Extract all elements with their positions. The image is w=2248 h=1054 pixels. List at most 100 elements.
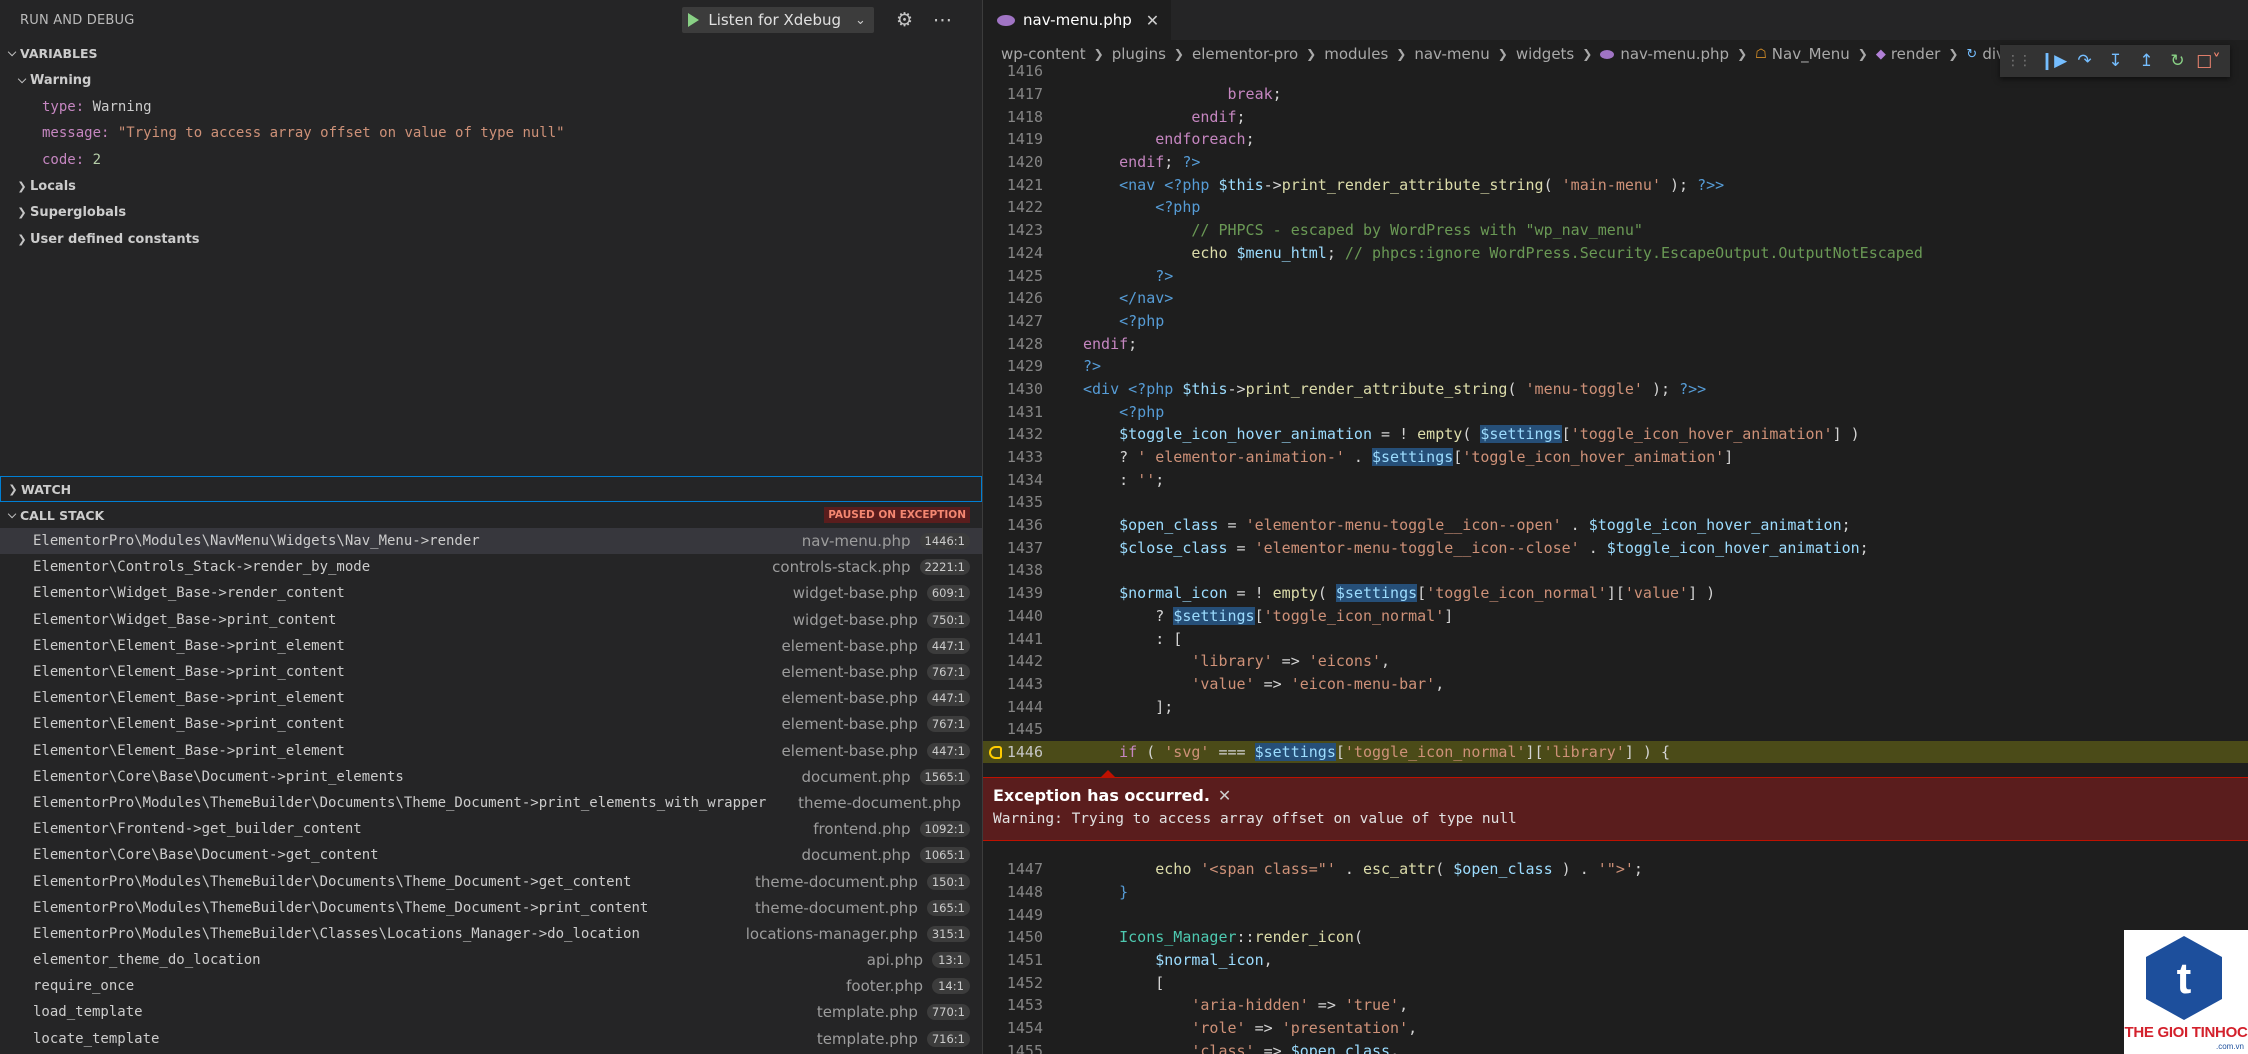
call-stack-frame[interactable]: Elementor\Core\Base\Document->print_elem… (0, 764, 982, 790)
var-scope-locals[interactable]: ❯ Locals (14, 173, 76, 199)
chevron-right-icon: ❯ (1737, 47, 1748, 61)
site-logo: t THE GIOI TINHOC .com.vn (2124, 930, 2248, 1054)
frame-line-badge: 165:1 (926, 899, 970, 916)
frame-function: Elementor\Element_Base->print_content (33, 716, 345, 733)
launch-config-label: Listen for Xdebug (708, 11, 842, 29)
close-icon[interactable]: ✕ (1146, 11, 1159, 30)
variables-section-header[interactable]: ⌵ VARIABLES (0, 40, 982, 66)
call-stack-list: ElementorPro\Modules\NavMenu\Widgets\Nav… (0, 528, 982, 1052)
chevron-right-icon: ❯ (1857, 47, 1868, 61)
call-stack-frame[interactable]: Elementor\Element_Base->print_content ele… (0, 711, 982, 737)
frame-function: Elementor\Controls_Stack->render_by_mode (33, 559, 371, 576)
var-type[interactable]: type: Warning (42, 94, 152, 120)
call-stack-frame[interactable]: Elementor\Frontend->get_builder_content f… (0, 816, 982, 842)
chevron-right-icon: ❯ (1497, 47, 1508, 61)
exception-widget: Exception has occurred. ✕ Warning: Trying… (983, 770, 2248, 841)
call-stack-frame[interactable]: ElementorPro\Modules\ThemeBuilder\Classe… (0, 921, 982, 947)
logo-brand: THE GIOI TINHOC (2124, 1024, 2248, 1041)
frame-line-badge: 315:1 (926, 925, 970, 942)
frame-function: elementor_theme_do_location (33, 952, 261, 969)
frame-function: Elementor\Element_Base->print_element (33, 637, 345, 654)
variables-header-label: VARIABLES (20, 45, 98, 61)
call-stack-frame[interactable]: ElementorPro\Modules\ThemeBuilder\Docume… (0, 790, 982, 816)
debug-sidebar: RUN AND DEBUG Listen for Xdebug ⌄ ⚙ ⋯ ⌵ … (0, 0, 982, 1054)
call-stack-frame[interactable]: require_once footer.php 14:1 (0, 973, 982, 999)
watch-section-header[interactable]: ❯ WATCH (0, 476, 982, 502)
call-stack-frame[interactable]: Elementor\Widget_Base->print_content widg… (0, 607, 982, 633)
frame-file: widget-base.php (792, 584, 918, 603)
var-scope-label: User defined constants (30, 231, 200, 247)
frame-file: theme-document.php (798, 793, 961, 812)
chevron-right-icon: ❯ (1093, 47, 1104, 61)
call-stack-frame[interactable]: Elementor\Element_Base->print_element ele… (0, 738, 982, 764)
call-stack-frame[interactable]: Elementor\Widget_Base->render_content wid… (0, 580, 982, 606)
frame-function: ElementorPro\Modules\NavMenu\Widgets\Nav… (33, 533, 480, 550)
call-stack-frame[interactable]: locate_template template.php 716:1 (0, 1026, 982, 1052)
current-execution-line[interactable]: 1446 if ( 'svg' === $settings['toggle_ic… (983, 740, 2248, 764)
run-debug-header: RUN AND DEBUG Listen for Xdebug ⌄ ⚙ ⋯ (0, 0, 982, 40)
frame-file: theme-document.php (754, 898, 918, 917)
var-key: message: (42, 125, 110, 141)
tab-nav-menu-php[interactable]: nav-menu.php ✕ (983, 0, 1172, 40)
var-code[interactable]: code: 2 (42, 147, 101, 173)
var-key: code: (42, 152, 85, 168)
var-scope-constants[interactable]: ❯ User defined constants (14, 226, 200, 252)
chevron-right-icon: ❯ (1306, 47, 1317, 61)
gear-icon[interactable]: ⚙ (896, 9, 913, 31)
call-stack-frame[interactable]: ElementorPro\Modules\ThemeBuilder\Docume… (0, 868, 982, 894)
frame-file: element-base.php (781, 715, 918, 734)
var-value: "Trying to access array offset on value … (117, 125, 565, 141)
call-stack-frame[interactable]: Elementor\Element_Base->print_content ele… (0, 659, 982, 685)
frame-file: element-base.php (781, 636, 918, 655)
watch-header-label: WATCH (21, 481, 72, 497)
frame-line-badge: 447:1 (926, 637, 970, 654)
call-stack-frame[interactable]: Elementor\Controls_Stack->render_by_mode… (0, 554, 982, 580)
frame-file: template.php (816, 1029, 918, 1048)
chevron-right-icon: ❯ (17, 179, 27, 193)
frame-line-badge: 609:1 (926, 585, 970, 602)
logo-domain: .com.vn (2215, 1042, 2244, 1051)
frame-function: ElementorPro\Modules\ThemeBuilder\Classe… (33, 925, 640, 942)
call-stack-frame[interactable]: Elementor\Core\Base\Document->get_conten… (0, 842, 982, 868)
frame-line-badge: 447:1 (926, 742, 970, 759)
frame-file: locations-manager.php (745, 924, 918, 943)
code-lines-top[interactable]: 1416 1417 break; 1418 endif; 1419 endfor… (983, 60, 2248, 764)
call-stack-frame[interactable]: Elementor\Element_Base->print_element ele… (0, 633, 982, 659)
call-stack-frame[interactable]: load_template template.php 770:1 (0, 999, 982, 1025)
frame-file: template.php (816, 1003, 918, 1022)
code-lines-bottom[interactable]: 1447 echo '<span class="' . esc_attr( $o… (983, 858, 2248, 1054)
frame-file: document.php (801, 846, 911, 865)
frame-line-badge: 716:1 (926, 1030, 970, 1047)
call-stack-frame[interactable]: ElementorPro\Modules\ThemeBuilder\Docume… (0, 895, 982, 921)
var-scope-warning[interactable]: ⌵ Warning (14, 67, 92, 93)
call-stack-frame[interactable]: ElementorPro\Modules\NavMenu\Widgets\Nav… (0, 528, 982, 555)
launch-config-select[interactable]: Listen for Xdebug ⌄ (682, 7, 874, 33)
frame-file: element-base.php (781, 741, 918, 760)
chevron-down-icon[interactable]: ⌄ (855, 13, 866, 28)
frame-line-badge: 1565:1 (919, 768, 970, 785)
paused-status-badge: PAUSED ON EXCEPTION (824, 507, 970, 523)
frame-function: Elementor\Core\Base\Document->print_elem… (33, 768, 404, 785)
frame-line-badge: 1092:1 (919, 821, 970, 838)
var-scope-superglobals[interactable]: ❯ Superglobals (14, 199, 126, 225)
frame-function: require_once (33, 978, 135, 995)
play-icon[interactable] (688, 13, 700, 27)
call-stack-frame[interactable]: Elementor\Element_Base->print_element ele… (0, 685, 982, 711)
breakpoint-arrow-icon[interactable] (989, 745, 1002, 759)
code-editor: nav-menu.php ✕ wp-content ❯ plugins ❯ elem… (983, 0, 2248, 1054)
call-stack-section-header[interactable]: ⌵ CALL STACK PAUSED ON EXCEPTION (0, 502, 982, 528)
chevron-down-icon: ⌵ (7, 46, 17, 59)
exception-title: Exception has occurred. ✕ (993, 786, 1232, 805)
frame-file: controls-stack.php (772, 558, 911, 577)
call-stack-frame[interactable]: elementor_theme_do_location api.php 13:1 (0, 947, 982, 973)
chevron-right-icon: ❯ (1173, 47, 1184, 61)
tab-label: nav-menu.php (1023, 11, 1132, 29)
frame-file: element-base.php (781, 689, 918, 708)
chevron-down-icon: ⌵ (7, 508, 17, 521)
var-message[interactable]: message: "Trying to access array offset … (42, 120, 565, 146)
more-icon[interactable]: ⋯ (933, 9, 952, 31)
frame-line-badge: 770:1 (926, 1004, 970, 1021)
chevron-right-icon: ❯ (17, 232, 27, 246)
close-icon[interactable]: ✕ (1218, 786, 1231, 805)
frame-function: Elementor\Core\Base\Document->get_conten… (33, 847, 379, 864)
